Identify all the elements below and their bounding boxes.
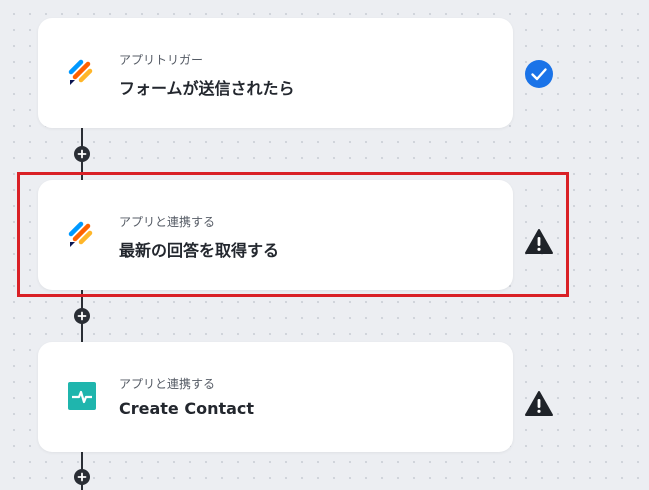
step-title: Create Contact	[119, 399, 255, 418]
add-step-button[interactable]	[74, 146, 90, 162]
step-title: フォームが送信されたら	[119, 79, 295, 98]
plus-icon	[77, 311, 87, 321]
jotform-icon	[68, 59, 93, 85]
step-type-label: アプリと連携する	[119, 377, 216, 391]
plus-icon	[77, 149, 87, 159]
flow-step-card-create-contact[interactable]: アプリと連携する Create Contact	[38, 342, 513, 452]
check-circle-icon	[525, 60, 553, 88]
teal-app-icon	[68, 382, 96, 410]
warning-icon	[525, 391, 553, 416]
step-type-label: アプリトリガー	[119, 53, 204, 67]
flow-step-card-trigger[interactable]: アプリトリガー フォームが送信されたら	[38, 18, 513, 128]
plus-icon	[77, 472, 87, 482]
add-step-button[interactable]	[74, 469, 90, 485]
highlight-frame	[17, 172, 569, 297]
add-step-button[interactable]	[74, 308, 90, 324]
